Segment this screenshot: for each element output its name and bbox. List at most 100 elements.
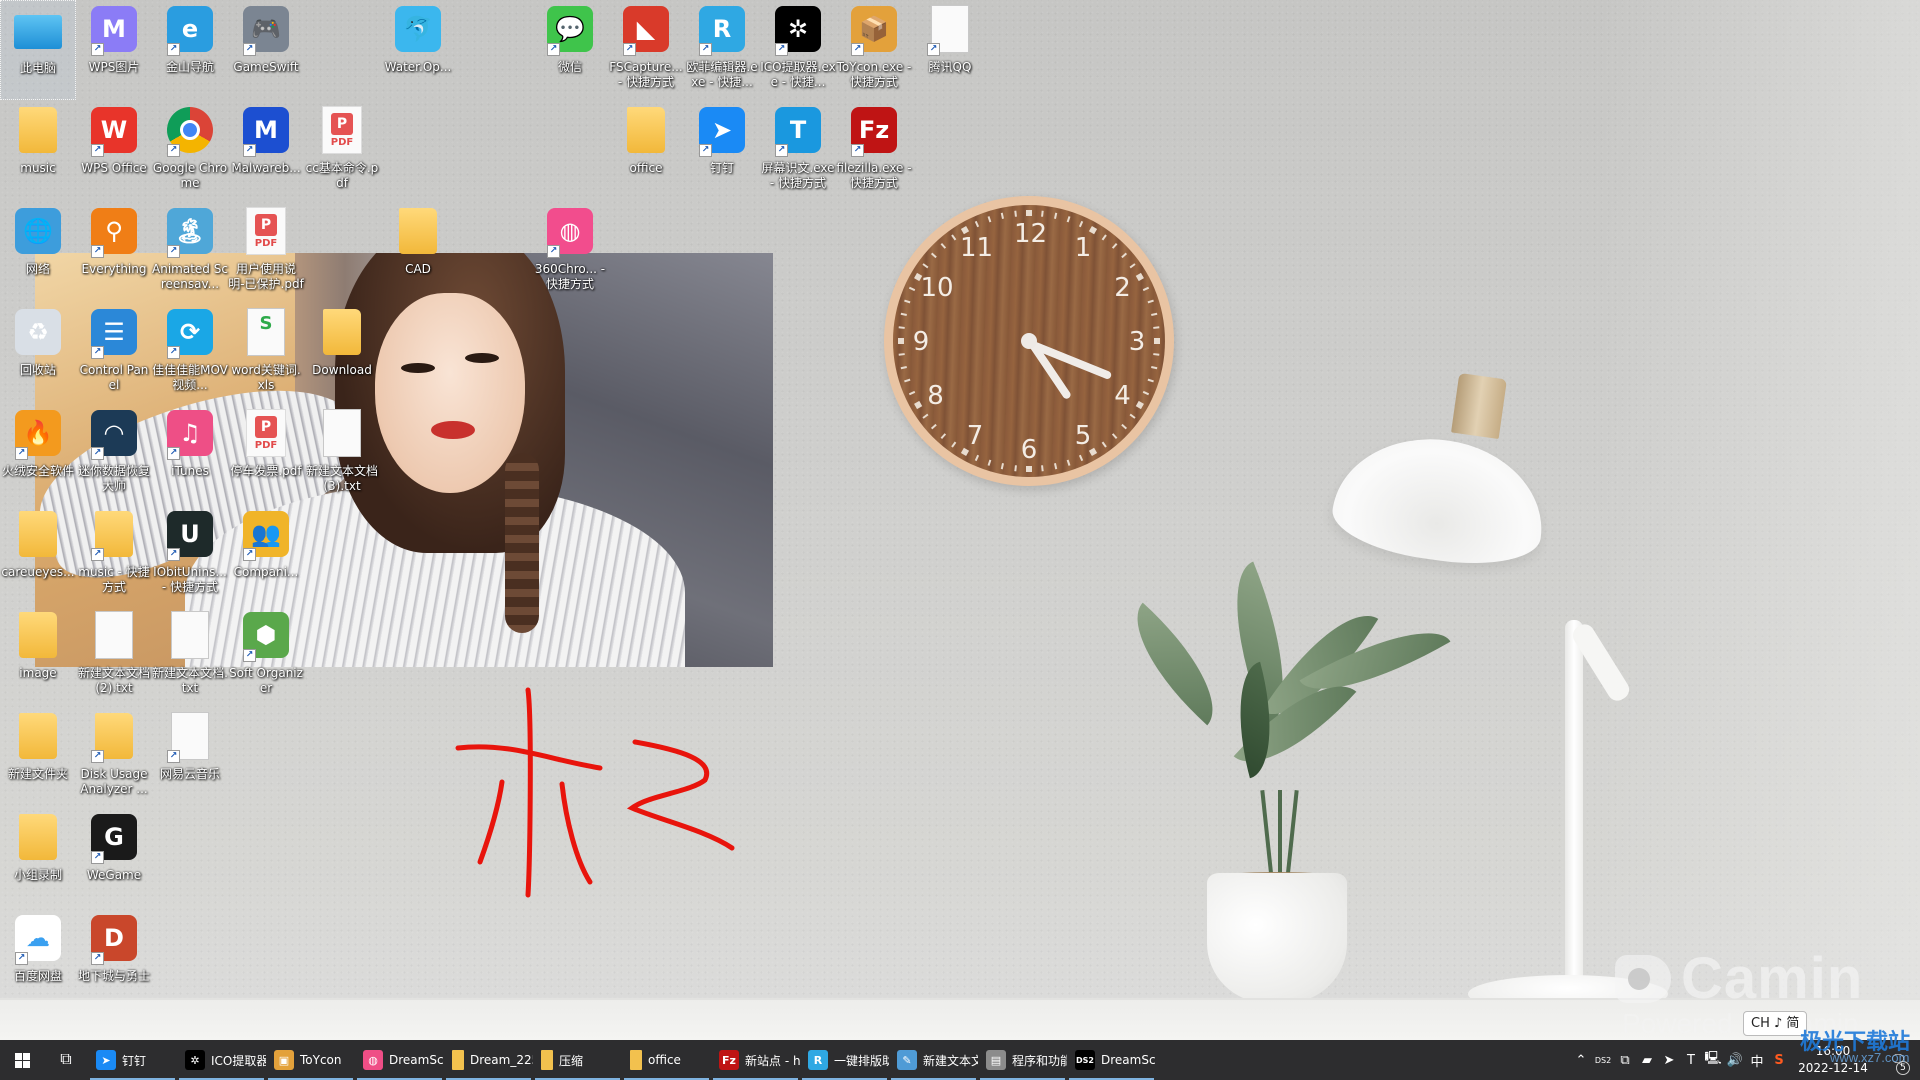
- desktop-icon[interactable]: ◠ ↗ 迷你数据恢复大师: [76, 404, 152, 504]
- desktop-icon[interactable]: 此电脑: [0, 0, 76, 100]
- desktop-icon[interactable]: 👥 ↗ Compani...: [228, 505, 304, 605]
- desktop-icon[interactable]: 新建文件夹: [0, 707, 76, 807]
- programs-features-icon: ▤: [986, 1050, 1006, 1070]
- dreamscene-icon: ◍: [363, 1050, 383, 1070]
- desktop-icon[interactable]: R ↗ 欧菲编辑器.exe - 快捷...: [684, 0, 760, 100]
- taskbar-app-button[interactable]: ✲ ICO提取器 ...: [177, 1040, 266, 1080]
- clock-center-pin: [1021, 333, 1037, 349]
- desktop-icon[interactable]: 新建文本文档(2).txt: [76, 606, 152, 706]
- desktop-icon[interactable]: P PDF 停车发票.pdf: [228, 404, 304, 504]
- dingtalk-tray-icon[interactable]: ➤: [1658, 1040, 1680, 1080]
- desktop-icon[interactable]: office: [608, 101, 684, 201]
- desktop-icon[interactable]: ↗ Google Chrome: [152, 101, 228, 201]
- taskbar-app-button[interactable]: ▣ ToYcon: [266, 1040, 355, 1080]
- desktop-icon-label: 新建文件夹: [7, 767, 68, 781]
- taskbar-app-button[interactable]: ▤ 程序和功能: [978, 1040, 1067, 1080]
- desktop-icon[interactable]: M ↗ Malwareb...: [228, 101, 304, 201]
- input-language-icon[interactable]: 中: [1746, 1040, 1768, 1080]
- desktop-icon[interactable]: music: [0, 101, 76, 201]
- desktop-icon[interactable]: P PDF cc基本命令.pdf: [304, 101, 380, 201]
- taskbar-app-button[interactable]: ◍ DreamScen...: [355, 1040, 444, 1080]
- screen-ocr-tray-icon[interactable]: T: [1680, 1040, 1702, 1080]
- clock-tick: [940, 242, 947, 249]
- desktop-icon-label: 新建文本文档(2).txt: [77, 666, 150, 695]
- desktop-icon-label: Control Panel: [79, 363, 149, 392]
- desktop-icon-label: cc基本命令.pdf: [305, 161, 379, 190]
- desktop-icon[interactable]: 🐬 Water.Op...: [380, 0, 456, 100]
- start-button[interactable]: [0, 1040, 44, 1080]
- desktop-icon[interactable]: ☁ ↗ 百度网盘: [0, 909, 76, 1009]
- desktop-icon[interactable]: careueyes...: [0, 505, 76, 605]
- desktop-icon[interactable]: ⟳ ↗ 佳佳佳能MOV视频...: [152, 303, 228, 403]
- desktop-icon[interactable]: Fz ↗ filezilla.exe - 快捷方式: [836, 101, 912, 201]
- desktop-icon[interactable]: 🏝 ↗ Animated Screensav...: [152, 202, 228, 302]
- wegame-icon: G ↗: [89, 812, 139, 864]
- network-icon: 🌐: [13, 206, 63, 256]
- desktop-icon[interactable]: 🔥 ↗ 火绒安全软件: [0, 404, 76, 504]
- desktop-icon[interactable]: D ↗ 地下城与勇士: [76, 909, 152, 1009]
- desktop-icon[interactable]: ♻ 回收站: [0, 303, 76, 403]
- desktop-icon[interactable]: U ↗ IObitUnins... - 快捷方式: [152, 505, 228, 605]
- desktop-icon[interactable]: ♫ ↗ iTunes: [152, 404, 228, 504]
- desktop-icon[interactable]: ➤ ↗ 钉钉: [684, 101, 760, 201]
- desktop-icon[interactable]: ⬢ ↗ Soft Organizer: [228, 606, 304, 706]
- chevron-up-icon[interactable]: ⌃: [1570, 1040, 1592, 1080]
- desktop-icon[interactable]: 💬 ↗ 微信: [532, 0, 608, 100]
- ds2-tray-icon[interactable]: DS2: [1592, 1040, 1614, 1080]
- desktop-icon[interactable]: ↗ music - 快捷方式: [76, 505, 152, 605]
- desktop-icon[interactable]: ☰ ↗ Control Panel: [76, 303, 152, 403]
- taskbar-app-button[interactable]: Dream_225...: [444, 1040, 533, 1080]
- desktop-icon[interactable]: ⚲ ↗ Everything: [76, 202, 152, 302]
- desktop-icon[interactable]: 新建文本文档(3).txt: [304, 404, 380, 504]
- desktop-icon[interactable]: CAD: [380, 202, 456, 302]
- desktop-icon[interactable]: ↗ 网易云音乐: [152, 707, 228, 807]
- desktop-icon[interactable]: Sword关键词.xls: [228, 303, 304, 403]
- ime-mode-indicator[interactable]: CH ♪ 简: [1743, 1011, 1808, 1036]
- volume-icon[interactable]: 🔊: [1724, 1040, 1746, 1080]
- task-view-button[interactable]: ⧉: [44, 1040, 88, 1080]
- desktop-icon[interactable]: M ↗ WPS图片: [76, 0, 152, 100]
- network-tray-icon[interactable]: 🖳: [1702, 1040, 1724, 1080]
- desktop-icon[interactable]: ↗ 腾讯QQ: [912, 0, 988, 100]
- taskbar-app-button[interactable]: DS2 DreamSce...: [1067, 1040, 1156, 1080]
- taskbar-app-label: 程序和功能: [1012, 1053, 1067, 1068]
- desktop-icon-label: Disk Usage Analyzer ...: [80, 767, 148, 796]
- clock-tick: [1142, 286, 1150, 292]
- taskbar-app-button[interactable]: Fz 新站点 - hu...: [711, 1040, 800, 1080]
- desktop-icon[interactable]: 🌐 网络: [0, 202, 76, 302]
- desktop-icon[interactable]: 📦 ↗ ToYcon.exe - 快捷方式: [836, 0, 912, 100]
- desktop-icon[interactable]: image: [0, 606, 76, 706]
- sogou-ime-icon[interactable]: S: [1768, 1040, 1790, 1080]
- taskbar-app-button[interactable]: R 一键排版助...: [800, 1040, 889, 1080]
- desktop-icon-label: IObitUnins... - 快捷方式: [153, 565, 227, 594]
- desktop-icon-label: 腾讯QQ: [928, 60, 972, 74]
- toycon-tray-icon[interactable]: ▰: [1636, 1040, 1658, 1080]
- itunes-icon: ♫ ↗: [165, 408, 215, 460]
- clock-tick: [951, 441, 957, 448]
- taskbar-app-button[interactable]: ➤ 钉钉: [88, 1040, 177, 1080]
- desktop-icon[interactable]: ↗ Disk Usage Analyzer ...: [76, 707, 152, 807]
- taskbar-app-button[interactable]: office: [622, 1040, 711, 1080]
- desktop-icon[interactable]: ✲ ↗ ICO提取器.exe - 快捷...: [760, 0, 836, 100]
- everything-search-icon: ⚲ ↗: [89, 206, 139, 258]
- desktop-icon[interactable]: T ↗ 屏幕识文.exe - 快捷方式: [760, 101, 836, 201]
- shortcut-arrow-icon: ↗: [15, 447, 28, 460]
- taskbar-app-button[interactable]: 压缩: [533, 1040, 622, 1080]
- huorong-icon: 🔥 ↗: [13, 408, 63, 460]
- shortcut-arrow-icon: ↗: [547, 245, 560, 258]
- taskbar-app-button[interactable]: ✎ 新建文本文...: [889, 1040, 978, 1080]
- desktop-icon[interactable]: G ↗ WeGame: [76, 808, 152, 908]
- desktop-icon[interactable]: ◍ ↗ 360Chro... - 快捷方式: [532, 202, 608, 302]
- desktop-icon-label: 火绒安全软件: [1, 464, 74, 478]
- desktop-icon[interactable]: e ↗ 金山导航: [152, 0, 228, 100]
- desktop-icon[interactable]: P PDF 用户使用说明-已保护.pdf: [228, 202, 304, 302]
- desktop-icon[interactable]: W ↗ WPS Office: [76, 101, 152, 201]
- windows-start-icon: [14, 1052, 30, 1068]
- screen-capture-tray-icon[interactable]: ⧉: [1614, 1040, 1636, 1080]
- desktop-icon[interactable]: Download: [304, 303, 380, 403]
- desktop-icon[interactable]: ◣ ↗ FSCapture... - 快捷方式: [608, 0, 684, 100]
- shortcut-arrow-icon: ↗: [167, 548, 180, 561]
- desktop-icon[interactable]: 新建文本文档.txt: [152, 606, 228, 706]
- desktop-icon[interactable]: 小组录制: [0, 808, 76, 908]
- desktop-icon[interactable]: 🎮 ↗ GameSwift: [228, 0, 304, 100]
